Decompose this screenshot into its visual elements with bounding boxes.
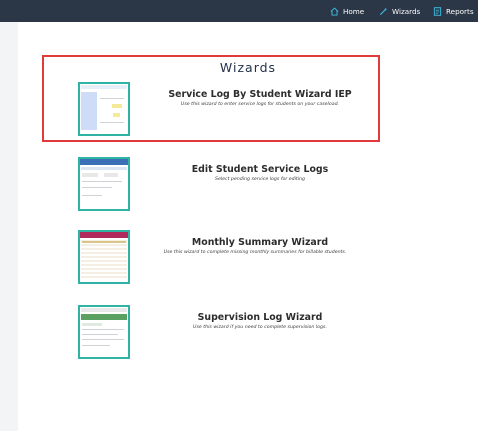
wizard-subtitle: Select pending service logs for editing <box>214 177 306 182</box>
monthly-summary-wizard-thumbnail[interactable] <box>78 230 130 284</box>
nav-reports-link[interactable]: Reports <box>433 0 474 22</box>
report-icon <box>433 6 442 16</box>
wizard-subtitle: Use this wizard if you need to complete … <box>193 325 327 330</box>
nav-home-link[interactable]: Home <box>330 0 364 22</box>
top-nav-bar: Home Wizards Reports <box>0 0 478 22</box>
home-icon <box>330 6 339 16</box>
wizard-title[interactable]: Edit Student Service Logs <box>150 164 370 175</box>
wizard-title[interactable]: Supervision Log Wizard <box>150 312 370 323</box>
wand-icon <box>379 7 388 15</box>
service-log-wizard-thumbnail[interactable] <box>78 82 130 136</box>
supervision-log-wizard-thumbnail[interactable] <box>78 305 130 359</box>
nav-home-label: Home <box>343 6 365 16</box>
edit-service-logs-thumbnail[interactable] <box>78 157 130 211</box>
wizard-title[interactable]: Service Log By Student Wizard IEP <box>150 89 370 100</box>
nav-reports-label: Reports <box>446 6 474 16</box>
nav-wizards-link[interactable]: Wizards <box>379 0 420 22</box>
wizard-subtitle: Use this wizard to complete missing mont… <box>163 250 347 255</box>
wizard-title[interactable]: Monthly Summary Wizard <box>150 237 370 248</box>
wizard-subtitle: Use this wizard to enter service logs fo… <box>180 102 340 107</box>
nav-wizards-label: Wizards <box>392 6 421 16</box>
